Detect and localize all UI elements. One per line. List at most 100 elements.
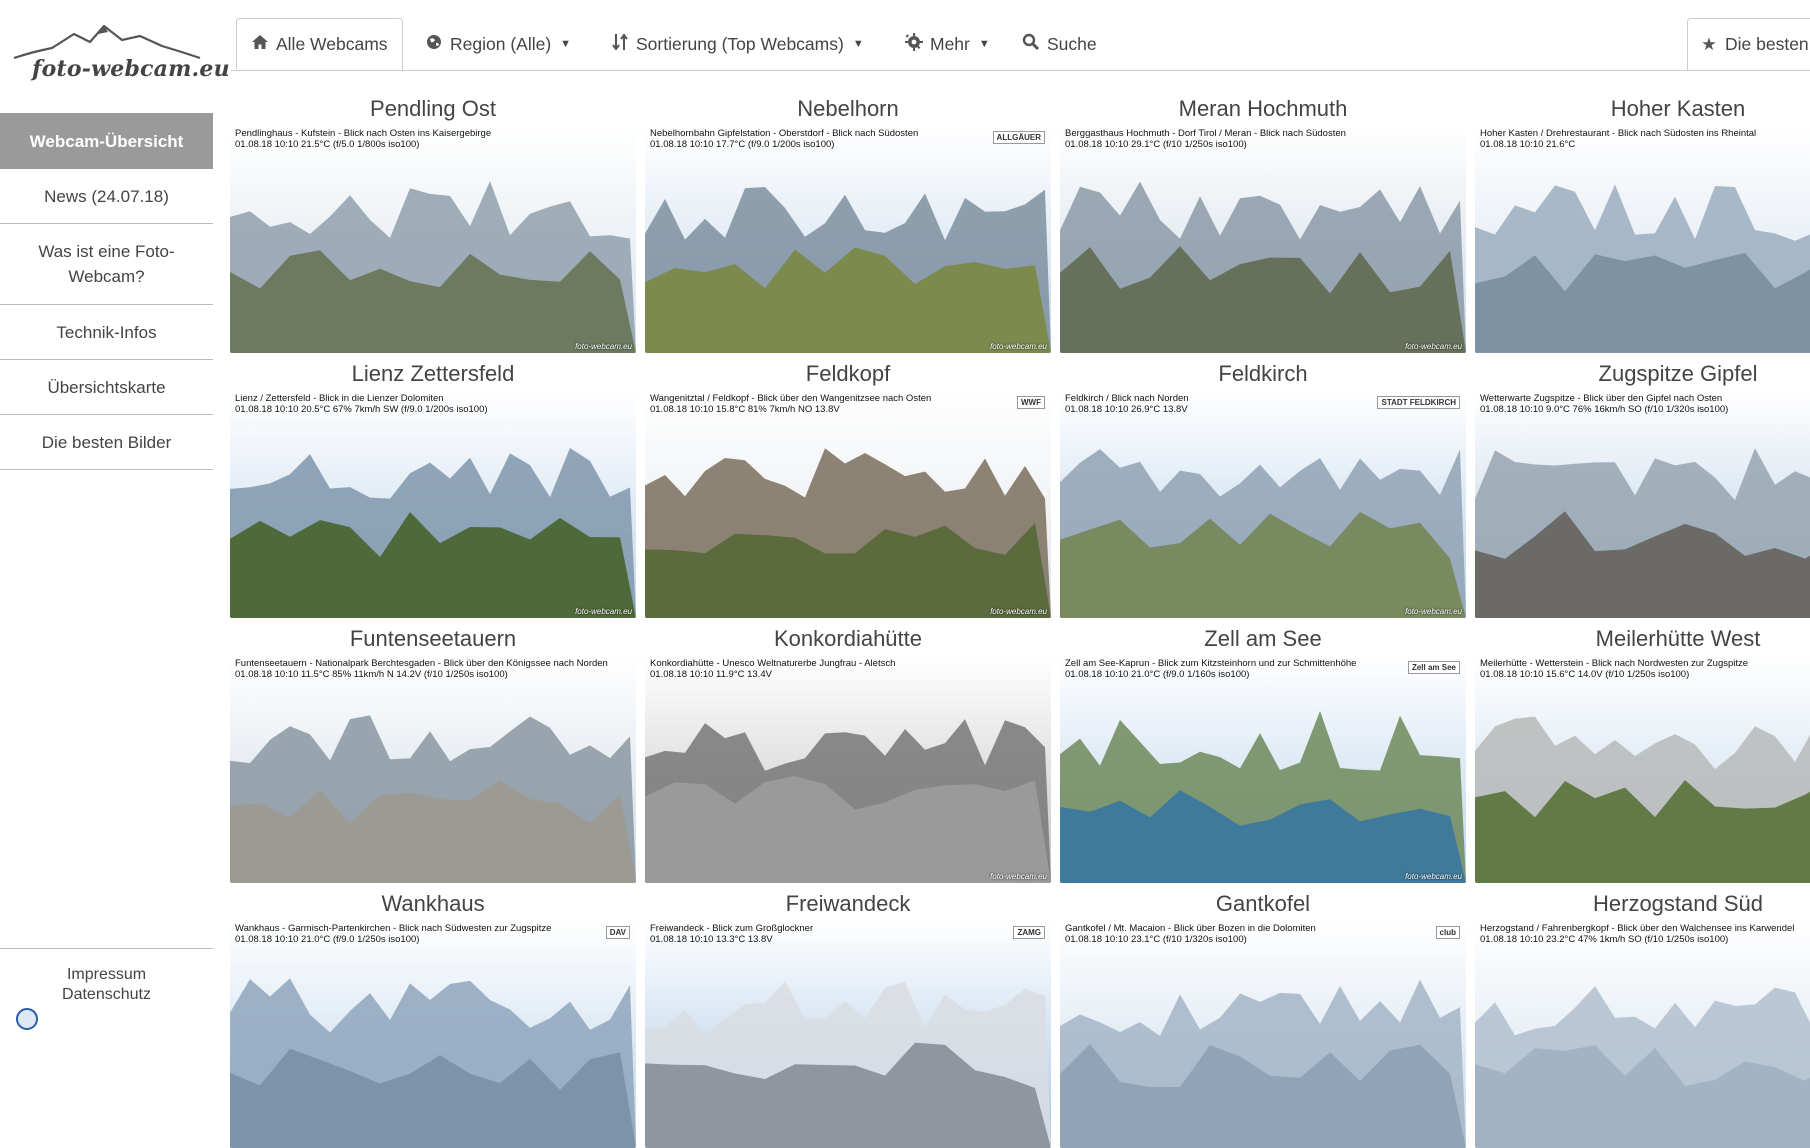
webcam-image[interactable]: Freiwandeck - Blick zum Großglockner 01.0… (645, 921, 1051, 1148)
webcam-card[interactable]: Pendling Ost Pendlinghaus - Kufstein - Bl… (230, 88, 636, 353)
tab-region[interactable]: Region (Alle) ▼ (425, 18, 571, 70)
home-icon (251, 34, 269, 55)
webcam-image[interactable]: Meilerhütte - Wetterstein - Blick nach N… (1475, 656, 1810, 883)
webcam-title[interactable]: Meran Hochmuth (1060, 96, 1466, 122)
webcam-image[interactable]: Wankhaus - Garmisch-Partenkirchen - Blic… (230, 921, 636, 1148)
caption-readings: 01.08.18 10:10 21.6°C (1480, 139, 1576, 150)
webcam-image[interactable]: Feldkirch / Blick nach Norden 01.08.18 10… (1060, 391, 1466, 618)
webcam-title[interactable]: Freiwandeck (645, 891, 1051, 917)
webcam-caption: Berggasthaus Hochmuth - Dorf Tirol / Mer… (1065, 128, 1461, 150)
caption-readings: 01.08.18 10:10 21.5°C (f/5.0 1/800s iso1… (235, 139, 420, 150)
caption-readings: 01.08.18 10:10 21.0°C (f/9.0 1/160s iso1… (1065, 669, 1250, 680)
sidebar-item-news[interactable]: News (24.07.18) (0, 169, 213, 224)
webcam-card[interactable]: Herzogstand Süd Herzogstand / Fahrenbergk… (1475, 883, 1810, 1148)
sidebar-item-label: Übersichtskarte (47, 377, 166, 397)
sidebar-item-webcam-overview[interactable]: Webcam-Übersicht (0, 113, 213, 169)
site-logo[interactable]: foto-webcam.eu (12, 22, 230, 84)
webcam-image[interactable]: Hoher Kasten / Drehrestaurant - Blick na… (1475, 126, 1810, 353)
webcam-card[interactable]: Funtenseetauern Funtenseetauern - Nationa… (230, 618, 636, 883)
star-icon: ★ (1701, 34, 1717, 54)
webcam-card[interactable]: Lienz Zettersfeld Lienz / Zettersfeld - B… (230, 353, 636, 618)
webcam-image[interactable]: Funtenseetauern - Nationalpark Berchtesg… (230, 656, 636, 883)
sponsor-logo: Zell am See (1407, 661, 1460, 674)
webcam-caption: Funtenseetauern - Nationalpark Berchtesg… (235, 658, 631, 680)
webcam-title[interactable]: Meilerhütte West (1475, 626, 1810, 652)
caption-location: Berggasthaus Hochmuth - Dorf Tirol / Mer… (1065, 128, 1346, 139)
logo-text: foto-webcam.eu (32, 56, 230, 82)
caption-readings: 01.08.18 10:10 11.9°C 13.4V (650, 669, 772, 680)
sponsor-logo: WWF (1017, 396, 1045, 409)
caption-readings: 01.08.18 10:10 17.7°C (f/9.0 1/200s iso1… (650, 139, 835, 150)
sidebar-item-label: Webcam-Übersicht (29, 131, 184, 151)
webcam-card[interactable]: Zugspitze Gipfel Wetterwarte Zugspitze - … (1475, 353, 1810, 618)
webcam-image[interactable]: Wetterwarte Zugspitze - Blick über den G… (1475, 391, 1810, 618)
webcam-title[interactable]: Wankhaus (230, 891, 636, 917)
webcam-card[interactable]: Hoher Kasten Hoher Kasten / Drehrestauran… (1475, 88, 1810, 353)
webcam-title[interactable]: Pendling Ost (230, 96, 636, 122)
webcam-image[interactable]: Gantkofel / Mt. Macaion - Blick über Boz… (1060, 921, 1466, 1148)
webcam-title[interactable]: Funtenseetauern (230, 626, 636, 652)
webcam-title[interactable]: Feldkopf (645, 361, 1051, 387)
chevron-down-icon: ▼ (852, 38, 864, 50)
sidebar-item-best-pictures[interactable]: Die besten Bilder (0, 415, 213, 470)
impressum-link[interactable]: Impressum (0, 965, 213, 985)
webcam-title[interactable]: Konkordiahütte (645, 626, 1051, 652)
webcam-title[interactable]: Hoher Kasten (1475, 96, 1810, 122)
caption-location: Meilerhütte - Wetterstein - Blick nach N… (1480, 658, 1749, 669)
webcam-title[interactable]: Zugspitze Gipfel (1475, 361, 1810, 387)
tab-search[interactable]: Suche (1022, 18, 1097, 70)
webcam-title[interactable]: Nebelhorn (645, 96, 1051, 122)
datenschutz-link[interactable]: Datenschutz (0, 985, 213, 1005)
webcam-image[interactable]: Zell am See-Kaprun - Blick zum Kitzstein… (1060, 656, 1466, 883)
webcam-image[interactable]: Wangenitztal / Feldkopf - Blick über den… (645, 391, 1051, 618)
webcam-card[interactable]: Zell am See Zell am See-Kaprun - Blick zu… (1060, 618, 1466, 883)
webcam-image[interactable]: Konkordiahütte - Unesco Weltnaturerbe Ju… (645, 656, 1051, 883)
webcam-card[interactable]: Meran Hochmuth Berggasthaus Hochmuth - Do… (1060, 88, 1466, 353)
webcam-image[interactable]: Lienz / Zettersfeld - Blick in die Lienz… (230, 391, 636, 618)
webcam-title[interactable]: Gantkofel (1060, 891, 1466, 917)
webcam-caption: Wankhaus - Garmisch-Partenkirchen - Blic… (235, 923, 631, 945)
webcam-title[interactable]: Zell am See (1060, 626, 1466, 652)
webcam-image[interactable]: Nebelhornbahn Gipfelstation - Oberstdorf… (645, 126, 1051, 353)
search-icon (1022, 33, 1040, 56)
caption-readings: 01.08.18 10:10 11.5°C 85% 11km/h N 14.2V… (235, 669, 508, 680)
chevron-down-icon: ▼ (560, 38, 572, 50)
webcam-caption: Konkordiahütte - Unesco Weltnaturerbe Ju… (650, 658, 1046, 680)
sidebar-item-overview-map[interactable]: Übersichtskarte (0, 360, 213, 415)
tab-all-webcams[interactable]: Alle Webcams (236, 18, 403, 70)
watermark: foto-webcam.eu (575, 342, 632, 351)
caption-readings: 01.08.18 10:10 15.6°C 14.0V (f/10 1/250s… (1480, 669, 1690, 680)
webcam-title[interactable]: Lienz Zettersfeld (230, 361, 636, 387)
webcam-image[interactable]: Berggasthaus Hochmuth - Dorf Tirol / Mer… (1060, 126, 1466, 353)
tab-sort[interactable]: Sortierung (Top Webcams) ▼ (611, 18, 864, 70)
sponsor-logo: club (1435, 926, 1460, 939)
webcam-image[interactable]: Herzogstand / Fahrenbergkopf - Blick übe… (1475, 921, 1810, 1148)
caption-location: Zell am See-Kaprun - Blick zum Kitzstein… (1065, 658, 1357, 669)
webcam-title[interactable]: Feldkirch (1060, 361, 1466, 387)
webcam-image[interactable]: Pendlinghaus - Kufstein - Blick nach Ost… (230, 126, 636, 353)
webcam-caption: Meilerhütte - Wetterstein - Blick nach N… (1480, 658, 1810, 680)
tab-label: Region (Alle) (450, 33, 552, 54)
webcam-card[interactable]: Feldkopf Wangenitztal / Feldkopf - Blick … (645, 353, 1051, 618)
watermark: foto-webcam.eu (575, 607, 632, 616)
caption-location: Nebelhornbahn Gipfelstation - Oberstdorf… (650, 128, 919, 139)
webcam-card[interactable]: Nebelhorn Nebelhornbahn Gipfelstation - O… (645, 88, 1051, 353)
webcam-card[interactable]: Wankhaus Wankhaus - Garmisch-Partenkirche… (230, 883, 636, 1148)
top-tabs: Alle Webcams Region (Alle) ▼ Sortierung … (231, 18, 1810, 71)
sidebar-item-what-is[interactable]: Was ist eine Foto-Webcam? (0, 224, 213, 305)
tab-best[interactable]: ★ Die besten (1687, 18, 1810, 70)
caption-readings: 01.08.18 10:10 15.8°C 81% 7km/h NO 13.8V (650, 404, 840, 415)
webcam-caption: Nebelhornbahn Gipfelstation - Oberstdorf… (650, 128, 1046, 150)
sidebar-item-tech-info[interactable]: Technik-Infos (0, 305, 213, 360)
webcam-caption: Herzogstand / Fahrenbergkopf - Blick übe… (1480, 923, 1810, 945)
watermark: foto-webcam.eu (1405, 342, 1462, 351)
webcam-card[interactable]: Gantkofel Gantkofel / Mt. Macaion - Blick… (1060, 883, 1466, 1148)
webcam-card[interactable]: Meilerhütte West Meilerhütte - Wetterstei… (1475, 618, 1810, 883)
tab-more[interactable]: Mehr ▼ (905, 18, 990, 70)
tab-label: Die besten (1725, 34, 1809, 54)
webcam-card[interactable]: Freiwandeck Freiwandeck - Blick zum Großg… (645, 883, 1051, 1148)
webcam-card[interactable]: Feldkirch Feldkirch / Blick nach Norden 01… (1060, 353, 1466, 618)
webcam-card[interactable]: Konkordiahütte Konkordiahütte - Unesco We… (645, 618, 1051, 883)
webcam-title[interactable]: Herzogstand Süd (1475, 891, 1810, 917)
caption-location: Wetterwarte Zugspitze - Blick über den G… (1480, 393, 1723, 404)
